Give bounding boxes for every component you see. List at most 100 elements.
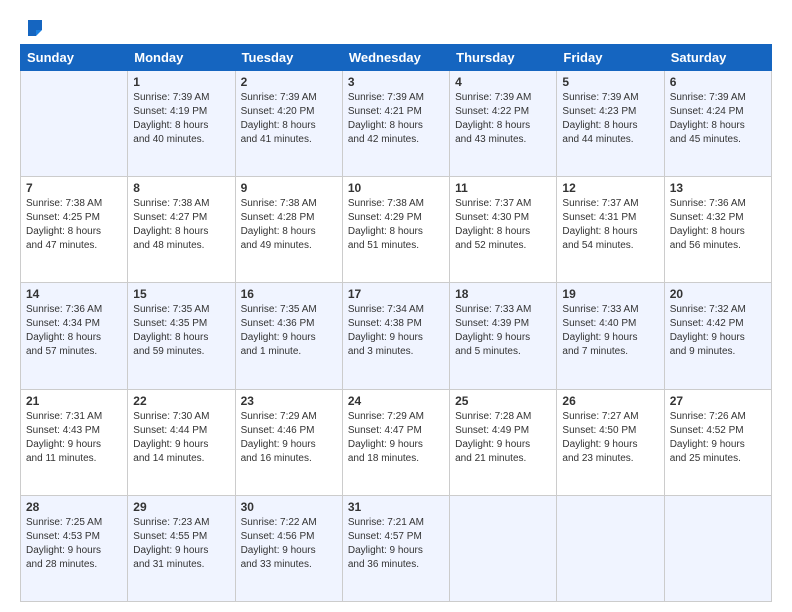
- day-info: Sunrise: 7:28 AMSunset: 4:49 PMDaylight:…: [455, 410, 551, 466]
- day-info: Sunrise: 7:21 AMSunset: 4:57 PMDaylight:…: [348, 516, 444, 572]
- day-number: 28: [26, 500, 122, 514]
- day-cell: 11Sunrise: 7:37 AMSunset: 4:30 PMDayligh…: [450, 177, 557, 283]
- day-cell: [664, 495, 771, 601]
- day-cell: 27 Sunrise: 7:26 AMSunset: 4:52 PMDayligh…: [664, 389, 771, 495]
- header-saturday: Saturday: [664, 45, 771, 71]
- day-cell: 15Sunrise: 7:35 AMSunset: 4:35 PMDayligh…: [128, 283, 235, 389]
- day-cell: 22Sunrise: 7:30 AMSunset: 4:44 PMDayligh…: [128, 389, 235, 495]
- day-info: Sunrise: 7:34 AMSunset: 4:38 PMDaylight:…: [348, 303, 444, 359]
- header-tuesday: Tuesday: [235, 45, 342, 71]
- day-info: Sunrise: 7:33 AMSunset: 4:39 PMDaylight:…: [455, 303, 551, 359]
- day-info: Sunrise: 7:38 AMSunset: 4:25 PMDaylight:…: [26, 197, 122, 253]
- week-row-2: 7Sunrise: 7:38 AMSunset: 4:25 PMDaylight…: [21, 177, 772, 283]
- day-cell: 10Sunrise: 7:38 AMSunset: 4:29 PMDayligh…: [342, 177, 449, 283]
- day-cell: 4Sunrise: 7:39 AMSunset: 4:22 PMDaylight…: [450, 71, 557, 177]
- day-cell: 6 Sunrise: 7:39 AMSunset: 4:24 PMDaylight…: [664, 71, 771, 177]
- day-info: Sunrise: 7:39 AMSunset: 4:19 PMDaylight:…: [133, 91, 229, 147]
- header-friday: Friday: [557, 45, 664, 71]
- day-info: Sunrise: 7:39 AMSunset: 4:22 PMDaylight:…: [455, 91, 551, 147]
- day-number: 15: [133, 287, 229, 301]
- day-number: 23: [241, 394, 337, 408]
- day-cell: 1 Sunrise: 7:39 AMSunset: 4:19 PMDaylight…: [128, 71, 235, 177]
- day-info: Sunrise: 7:22 AMSunset: 4:56 PMDaylight:…: [241, 516, 337, 572]
- day-number: 25: [455, 394, 551, 408]
- day-info: Sunrise: 7:39 AMSunset: 4:24 PMDaylight:…: [670, 91, 766, 147]
- day-number: 14: [26, 287, 122, 301]
- day-cell: 8 Sunrise: 7:38 AMSunset: 4:27 PMDaylight…: [128, 177, 235, 283]
- day-info: Sunrise: 7:39 AMSunset: 4:23 PMDaylight:…: [562, 91, 658, 147]
- logo: [20, 16, 44, 36]
- day-cell: 12 Sunrise: 7:37 AMSunset: 4:31 PMDayligh…: [557, 177, 664, 283]
- day-info: Sunrise: 7:30 AMSunset: 4:44 PMDaylight:…: [133, 410, 229, 466]
- day-number: 11: [455, 181, 551, 195]
- day-cell: 14 Sunrise: 7:36 AMSunset: 4:34 PMDayligh…: [21, 283, 128, 389]
- day-number: 26: [562, 394, 658, 408]
- page-header: [20, 16, 772, 36]
- day-info: Sunrise: 7:33 AMSunset: 4:40 PMDaylight:…: [562, 303, 658, 359]
- day-info: Sunrise: 7:35 AMSunset: 4:36 PMDaylight:…: [241, 303, 337, 359]
- day-cell: 16 Sunrise: 7:35 AMSunset: 4:36 PMDayligh…: [235, 283, 342, 389]
- day-cell: 31 Sunrise: 7:21 AMSunset: 4:57 PMDayligh…: [342, 495, 449, 601]
- day-cell: 19 Sunrise: 7:33 AMSunset: 4:40 PMDayligh…: [557, 283, 664, 389]
- day-number: 13: [670, 181, 766, 195]
- day-number: 17: [348, 287, 444, 301]
- day-cell: 28 Sunrise: 7:25 AMSunset: 4:53 PMDayligh…: [21, 495, 128, 601]
- day-cell: 21 Sunrise: 7:31 AMSunset: 4:43 PMDayligh…: [21, 389, 128, 495]
- logo-icon: [22, 16, 44, 38]
- day-number: 10: [348, 181, 444, 195]
- day-cell: 29 Sunrise: 7:23 AMSunset: 4:55 PMDayligh…: [128, 495, 235, 601]
- day-cell: 30 Sunrise: 7:22 AMSunset: 4:56 PMDayligh…: [235, 495, 342, 601]
- day-number: 30: [241, 500, 337, 514]
- header-monday: Monday: [128, 45, 235, 71]
- day-number: 27: [670, 394, 766, 408]
- day-cell: 5 Sunrise: 7:39 AMSunset: 4:23 PMDaylight…: [557, 71, 664, 177]
- day-number: 19: [562, 287, 658, 301]
- day-info: Sunrise: 7:36 AMSunset: 4:34 PMDaylight:…: [26, 303, 122, 359]
- calendar-table: SundayMondayTuesdayWednesdayThursdayFrid…: [20, 44, 772, 602]
- day-cell: 2Sunrise: 7:39 AMSunset: 4:20 PMDaylight…: [235, 71, 342, 177]
- day-number: 8: [133, 181, 229, 195]
- day-info: Sunrise: 7:29 AMSunset: 4:47 PMDaylight:…: [348, 410, 444, 466]
- day-info: Sunrise: 7:27 AMSunset: 4:50 PMDaylight:…: [562, 410, 658, 466]
- header-thursday: Thursday: [450, 45, 557, 71]
- day-info: Sunrise: 7:32 AMSunset: 4:42 PMDaylight:…: [670, 303, 766, 359]
- day-number: 5: [562, 75, 658, 89]
- day-info: Sunrise: 7:25 AMSunset: 4:53 PMDaylight:…: [26, 516, 122, 572]
- header-sunday: Sunday: [21, 45, 128, 71]
- header-row: SundayMondayTuesdayWednesdayThursdayFrid…: [21, 45, 772, 71]
- day-cell: [21, 71, 128, 177]
- day-info: Sunrise: 7:29 AMSunset: 4:46 PMDaylight:…: [241, 410, 337, 466]
- calendar-body: 1 Sunrise: 7:39 AMSunset: 4:19 PMDaylight…: [21, 71, 772, 602]
- header-wednesday: Wednesday: [342, 45, 449, 71]
- day-cell: 26 Sunrise: 7:27 AMSunset: 4:50 PMDayligh…: [557, 389, 664, 495]
- day-info: Sunrise: 7:39 AMSunset: 4:21 PMDaylight:…: [348, 91, 444, 147]
- day-info: Sunrise: 7:37 AMSunset: 4:31 PMDaylight:…: [562, 197, 658, 253]
- day-cell: 13Sunrise: 7:36 AMSunset: 4:32 PMDayligh…: [664, 177, 771, 283]
- day-cell: 3 Sunrise: 7:39 AMSunset: 4:21 PMDaylight…: [342, 71, 449, 177]
- day-info: Sunrise: 7:38 AMSunset: 4:27 PMDaylight:…: [133, 197, 229, 253]
- day-info: Sunrise: 7:31 AMSunset: 4:43 PMDaylight:…: [26, 410, 122, 466]
- day-number: 1: [133, 75, 229, 89]
- week-row-1: 1 Sunrise: 7:39 AMSunset: 4:19 PMDaylight…: [21, 71, 772, 177]
- day-cell: 9Sunrise: 7:38 AMSunset: 4:28 PMDaylight…: [235, 177, 342, 283]
- day-cell: 24Sunrise: 7:29 AMSunset: 4:47 PMDayligh…: [342, 389, 449, 495]
- day-number: 3: [348, 75, 444, 89]
- day-number: 29: [133, 500, 229, 514]
- day-info: Sunrise: 7:39 AMSunset: 4:20 PMDaylight:…: [241, 91, 337, 147]
- day-number: 9: [241, 181, 337, 195]
- day-cell: [557, 495, 664, 601]
- day-cell: 25 Sunrise: 7:28 AMSunset: 4:49 PMDayligh…: [450, 389, 557, 495]
- day-number: 20: [670, 287, 766, 301]
- day-cell: 23 Sunrise: 7:29 AMSunset: 4:46 PMDayligh…: [235, 389, 342, 495]
- day-number: 18: [455, 287, 551, 301]
- week-row-3: 14 Sunrise: 7:36 AMSunset: 4:34 PMDayligh…: [21, 283, 772, 389]
- day-number: 6: [670, 75, 766, 89]
- day-info: Sunrise: 7:26 AMSunset: 4:52 PMDaylight:…: [670, 410, 766, 466]
- day-number: 12: [562, 181, 658, 195]
- day-info: Sunrise: 7:23 AMSunset: 4:55 PMDaylight:…: [133, 516, 229, 572]
- week-row-4: 21 Sunrise: 7:31 AMSunset: 4:43 PMDayligh…: [21, 389, 772, 495]
- day-number: 31: [348, 500, 444, 514]
- day-number: 16: [241, 287, 337, 301]
- day-cell: 7Sunrise: 7:38 AMSunset: 4:25 PMDaylight…: [21, 177, 128, 283]
- day-number: 21: [26, 394, 122, 408]
